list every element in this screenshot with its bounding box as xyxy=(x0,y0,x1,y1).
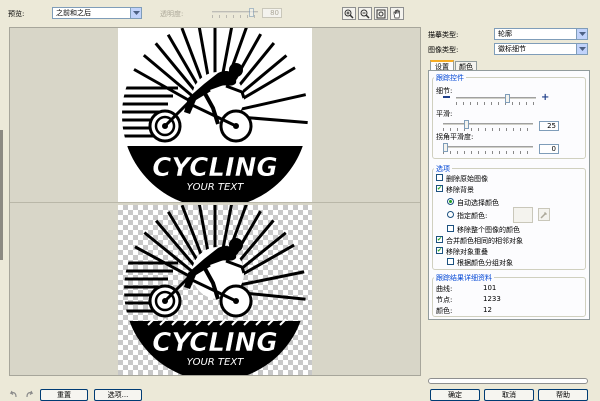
preview-divider xyxy=(10,202,420,203)
trace-type-label: 描摹类型: xyxy=(428,31,459,39)
trace-controls-title: 跟踪控件 xyxy=(434,73,466,83)
smoothing-slider[interactable] xyxy=(443,120,533,131)
zoom-in-icon xyxy=(344,9,354,19)
preview-mode-select[interactable]: 之前和之后 xyxy=(52,7,142,19)
help-button[interactable]: 帮助 xyxy=(538,389,588,401)
transparency-label: 透明度: xyxy=(160,10,184,18)
left-edge-marks xyxy=(0,130,3,260)
color-swatch[interactable] xyxy=(513,207,533,223)
cancel-button[interactable]: 取消 xyxy=(484,389,534,401)
eyedropper-icon xyxy=(540,211,548,219)
chevron-down-icon xyxy=(130,8,141,18)
remove-entire-color-checkbox[interactable] xyxy=(447,225,454,232)
toolbar: 预览: 之前和之后 透明度: 80 xyxy=(0,0,600,26)
corner-smoothness-slider[interactable] xyxy=(443,143,533,154)
fit-view-button[interactable] xyxy=(374,7,388,20)
redo-button[interactable] xyxy=(24,389,34,399)
plus-icon[interactable]: + xyxy=(541,93,549,103)
smoothing-label: 平滑: xyxy=(436,110,453,118)
progress-bar xyxy=(428,378,588,384)
curves-label: 曲线: xyxy=(436,285,453,293)
preview-label: 预览: xyxy=(8,10,25,18)
image-type-label: 图像类型: xyxy=(428,46,459,54)
delete-original-checkbox[interactable] xyxy=(436,174,443,181)
transparency-slider[interactable] xyxy=(212,8,258,19)
trace-results-title: 跟踪结果详细资料 xyxy=(434,273,494,283)
auto-color-radio[interactable] xyxy=(447,198,454,205)
group-by-color-label: 根据颜色分组对象 xyxy=(457,259,513,267)
colors-value: 12 xyxy=(483,306,492,314)
trace-type-value: 轮廓 xyxy=(498,30,512,38)
specify-color-radio[interactable] xyxy=(447,211,454,218)
nodes-value: 1233 xyxy=(483,295,501,303)
smoothing-value-input[interactable]: 25 xyxy=(539,121,559,131)
specify-color-label: 指定颜色: xyxy=(457,212,488,220)
trace-type-select[interactable]: 轮廓 xyxy=(494,28,588,40)
chevron-down-icon xyxy=(576,29,587,39)
chevron-down-icon xyxy=(576,44,587,54)
detail-slider[interactable] xyxy=(456,94,536,105)
delete-original-label: 删除原始图像 xyxy=(446,175,488,183)
transparency-value: 80 xyxy=(262,8,282,18)
ok-button[interactable]: 确定 xyxy=(430,389,480,401)
options-button[interactable]: 选项... xyxy=(94,389,142,401)
traced-preview: CYCLING YOUR TEXT xyxy=(118,205,312,375)
traced-logo-text: CYCLING xyxy=(152,328,277,358)
preview-mode-value: 之前和之后 xyxy=(56,9,91,17)
pan-hand-icon xyxy=(393,9,400,18)
traced-logo-subtext: YOUR TEXT xyxy=(187,357,245,368)
image-type-select[interactable]: 徽标细节 xyxy=(494,43,588,55)
colors-label: 颜色: xyxy=(436,307,453,315)
fit-view-icon xyxy=(376,9,386,18)
trace-results-group xyxy=(432,277,586,317)
remove-overlap-checkbox[interactable]: ✔ xyxy=(436,247,443,254)
corner-smoothness-thumb[interactable] xyxy=(443,143,448,152)
undo-button[interactable] xyxy=(8,389,18,399)
cycling-logo-original: CYCLING YOUR TEXT xyxy=(122,28,308,202)
group-by-color-checkbox[interactable] xyxy=(447,258,454,265)
auto-color-label: 自动选择颜色 xyxy=(457,199,499,207)
pan-hand-button[interactable] xyxy=(390,7,404,20)
zoom-in-button[interactable] xyxy=(342,7,356,20)
remove-entire-color-label: 移除整个图像的颜色 xyxy=(457,226,520,234)
original-preview: CYCLING YOUR TEXT xyxy=(118,28,312,202)
image-type-value: 徽标细节 xyxy=(498,45,526,53)
corner-smoothness-label: 拐角平滑度: xyxy=(436,133,474,141)
corner-smoothness-input[interactable]: 0 xyxy=(539,144,559,154)
curves-value: 101 xyxy=(483,284,497,292)
options-title: 选项 xyxy=(434,164,452,174)
nodes-label: 节点: xyxy=(436,296,453,304)
remove-background-label: 移除背景 xyxy=(446,186,474,194)
transparency-thumb[interactable] xyxy=(249,8,254,17)
logo-subtext: YOUR TEXT xyxy=(187,182,245,193)
zoom-out-icon xyxy=(360,9,370,19)
cycling-logo-traced: CYCLING YOUR TEXT xyxy=(124,205,306,375)
reset-button[interactable]: 重置 xyxy=(40,389,88,401)
minus-icon[interactable] xyxy=(443,96,450,98)
redo-icon xyxy=(25,390,33,397)
remove-overlap-label: 移除对象重叠 xyxy=(446,248,488,256)
detail-label: 细节: xyxy=(436,87,453,95)
logo-text: CYCLING xyxy=(152,153,277,183)
smoothing-slider-thumb[interactable] xyxy=(464,120,469,129)
detail-slider-thumb[interactable] xyxy=(505,94,510,103)
zoom-out-button[interactable] xyxy=(358,7,372,20)
eyedropper-button[interactable] xyxy=(538,208,550,221)
merge-adjacent-checkbox[interactable]: ✔ xyxy=(436,236,443,243)
remove-background-checkbox[interactable]: ✔ xyxy=(436,185,443,192)
undo-icon xyxy=(9,390,17,397)
merge-adjacent-label: 合并颜色相同的相邻对象 xyxy=(446,237,523,245)
